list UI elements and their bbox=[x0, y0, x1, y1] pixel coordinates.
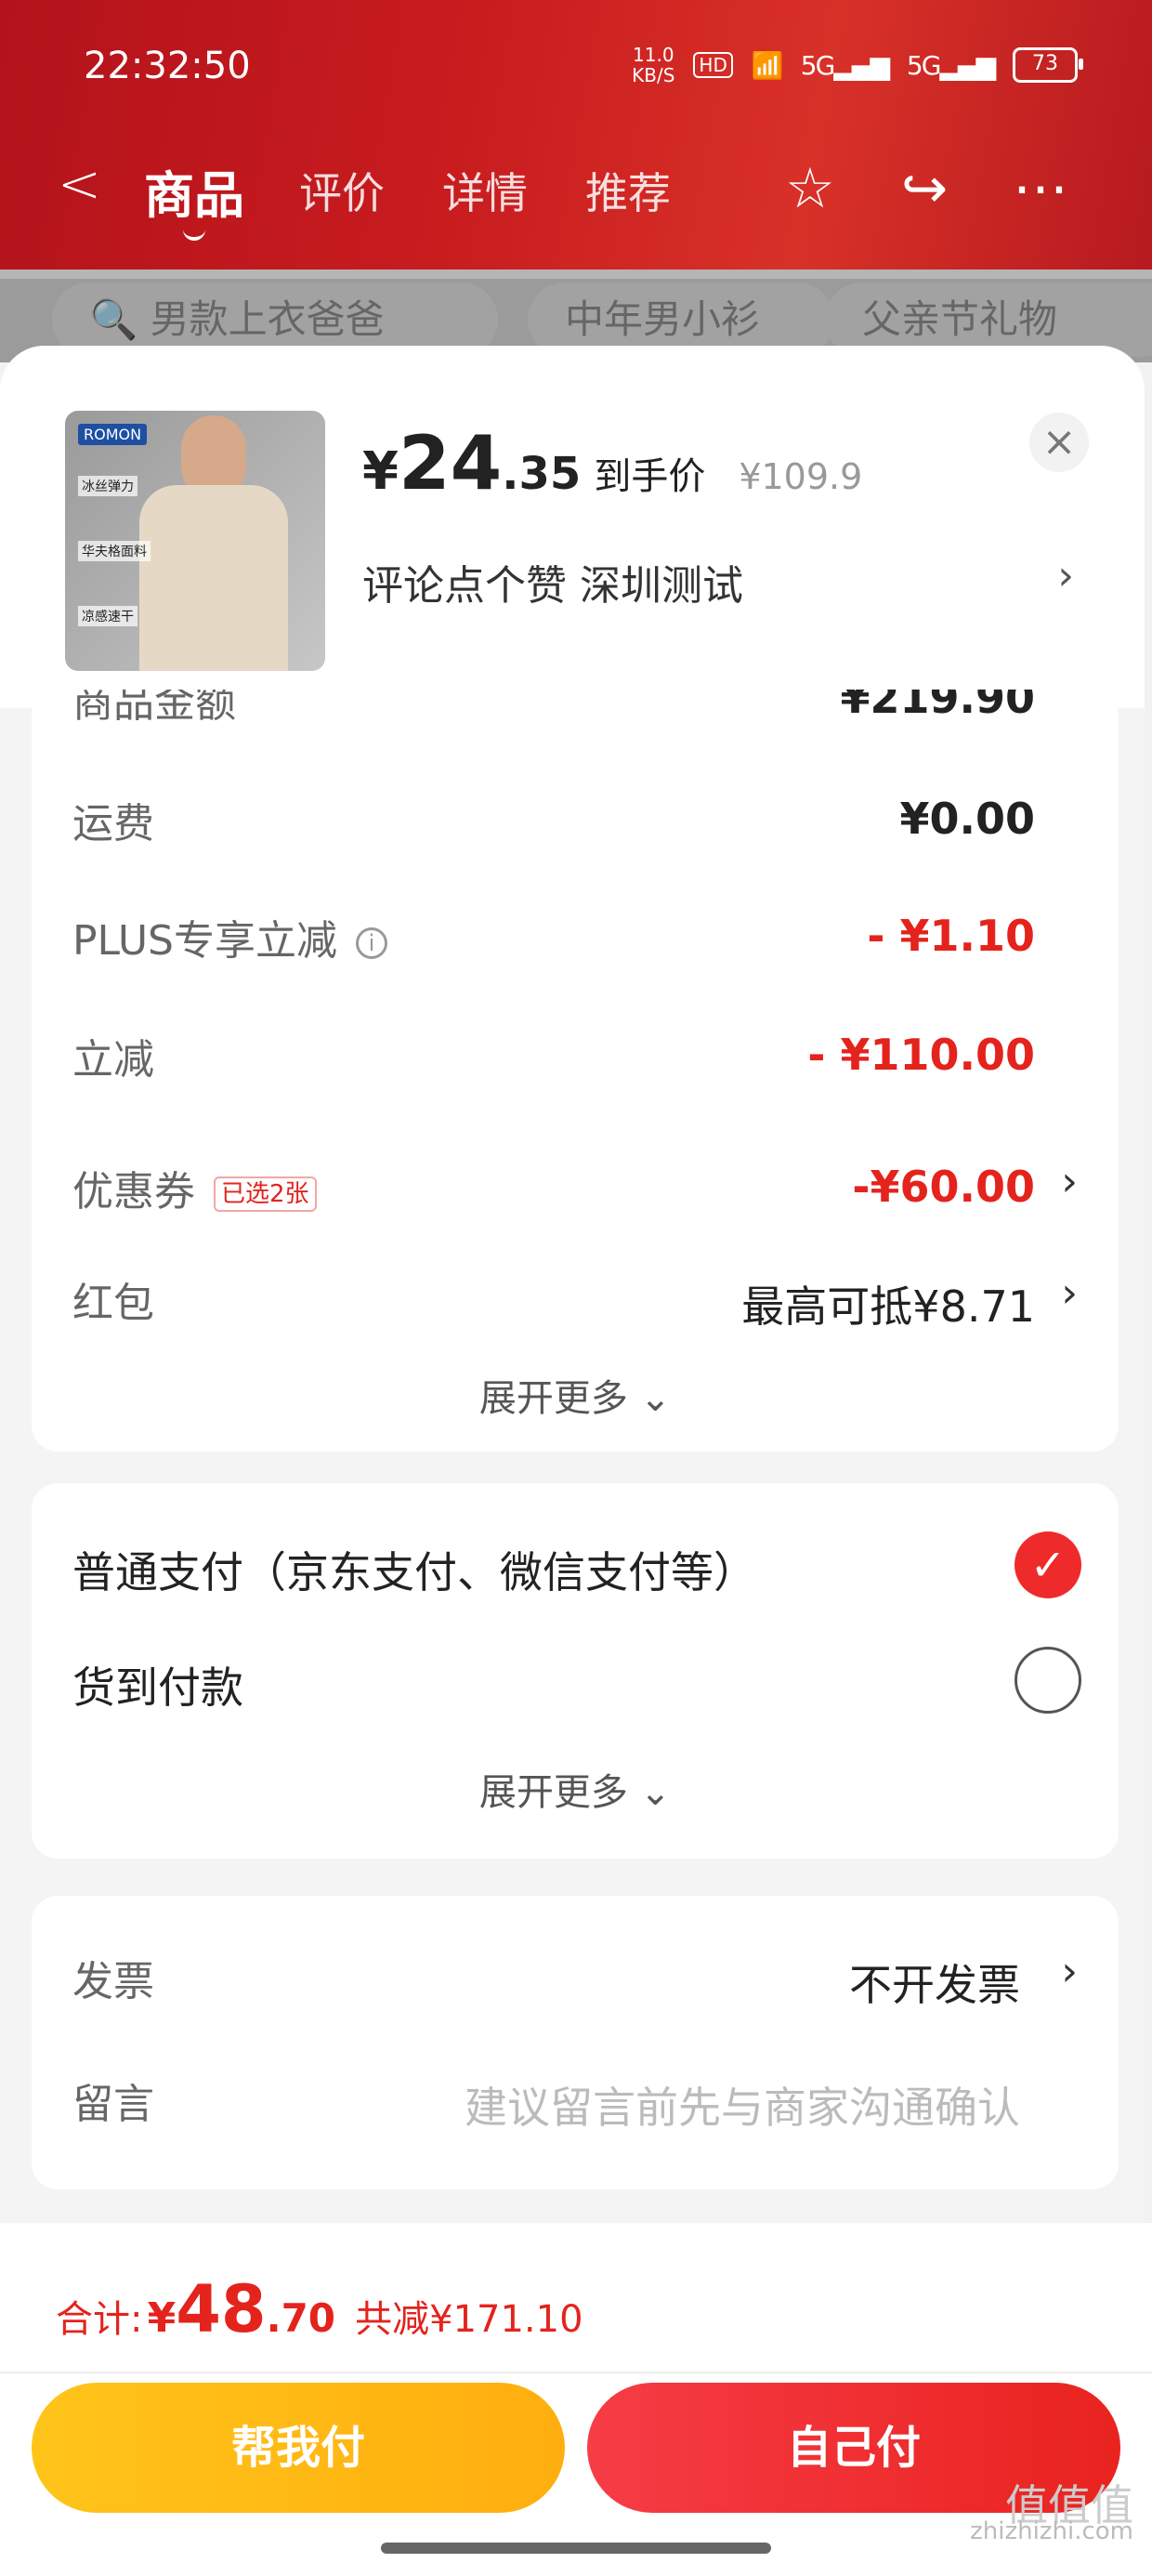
selected-spec[interactable]: 评论点个赞 深圳测试 bbox=[362, 552, 743, 611]
expand-more-payment[interactable]: 展开更多 ⌄ bbox=[32, 1762, 1119, 1816]
payment-card: 普通支付（京东支付、微信支付等） ✓ 货到付款 展开更多 ⌄ bbox=[32, 1483, 1119, 1859]
help-pay-button[interactable]: 帮我付 bbox=[32, 2383, 565, 2513]
cost-row-coupon[interactable]: 优惠券 已选2张 -¥60.00 › bbox=[72, 1158, 1078, 1223]
checkout-footer: 合计: ¥48.70 共减¥171.10 帮我付 自己付 值值值 zhizhiz… bbox=[0, 2223, 1152, 2576]
tab-product[interactable]: 商品 bbox=[144, 154, 244, 241]
hd-icon: HD bbox=[693, 52, 733, 78]
extra-card: 发票 不开发票 › 留言 建议留言前先与商家沟通确认 bbox=[32, 1896, 1119, 2189]
note-input[interactable]: 建议留言前先与商家沟通确认 bbox=[465, 2074, 1020, 2136]
net-speed: 11.0 KB/S bbox=[632, 44, 675, 86]
close-button[interactable]: × bbox=[1029, 413, 1089, 472]
watermark: 值值值 zhizhizhi.com bbox=[970, 2480, 1133, 2545]
status-icons: 11.0 KB/S HD 📶 5G▂▄▆ 5G▂▄▆ 73 bbox=[632, 44, 1083, 86]
product-nav: < 商品 评价 详情 推荐 ☆ ↪ ⋯ bbox=[0, 149, 1152, 241]
product-summary: ROMON 冰丝弹力 华夫格面料 凉感速干 ¥24.35 到手价 ¥109.9 × … bbox=[0, 346, 1145, 708]
chevron-right-icon[interactable]: › bbox=[1061, 1158, 1078, 1205]
info-icon[interactable]: i bbox=[356, 927, 387, 959]
product-image: ROMON 冰丝弹力 华夫格面料 凉感速干 bbox=[65, 411, 325, 671]
cost-row-shipping: 运费 ¥0.00 bbox=[72, 794, 1035, 848]
wifi-icon: 📶 bbox=[751, 49, 784, 81]
status-bar: 22:32:50 11.0 KB/S HD 📶 5G▂▄▆ 5G▂▄▆ 73 bbox=[0, 37, 1152, 102]
payment-option-online[interactable]: 普通支付（京东支付、微信支付等） ✓ bbox=[72, 1531, 1081, 1602]
chevron-right-icon[interactable]: › bbox=[1061, 1269, 1078, 1317]
check-icon[interactable]: ✓ bbox=[1015, 1531, 1081, 1598]
total-saved: 共减¥171.10 bbox=[355, 2298, 583, 2341]
cost-row-goods: 商品金额 ¥219.90 bbox=[72, 690, 1035, 727]
app-header: 22:32:50 11.0 KB/S HD 📶 5G▂▄▆ 5G▂▄▆ 73 <… bbox=[0, 0, 1152, 269]
brand-logo: ROMON bbox=[78, 424, 148, 445]
tab-details[interactable]: 详情 bbox=[442, 160, 528, 221]
battery-icon: 73 bbox=[1013, 47, 1083, 83]
cost-row-discount: 立减 - ¥110.00 bbox=[72, 1030, 1035, 1084]
chevron-right-icon[interactable]: › bbox=[1057, 552, 1074, 599]
coupon-badge: 已选2张 bbox=[214, 1176, 317, 1212]
tab-recommend[interactable]: 推荐 bbox=[585, 160, 671, 221]
cost-row-plus: PLUS专享立减 i - ¥1.10 bbox=[72, 911, 1035, 965]
signal-icon-2: 5G▂▄▆ bbox=[906, 49, 996, 81]
share-icon[interactable]: ↪ bbox=[901, 156, 948, 221]
payment-option-cod[interactable]: 货到付款 bbox=[72, 1647, 1081, 1717]
cost-row-redpack[interactable]: 红包 最高可抵¥8.71 › bbox=[72, 1269, 1078, 1334]
invoice-row[interactable]: 发票 不开发票 › bbox=[72, 1948, 1078, 2013]
signal-icon: 5G▂▄▆ bbox=[800, 49, 890, 81]
status-time: 22:32:50 bbox=[84, 45, 251, 87]
cost-card: 商品金额 ¥219.90 运费 ¥0.00 PLUS专享立减 i - ¥1.10 … bbox=[32, 690, 1119, 1171]
cost-card-lower: 优惠券 已选2张 -¥60.00 › 红包 最高可抵¥8.71 › 展开更多 ⌄ bbox=[32, 1145, 1119, 1452]
chevron-right-icon[interactable]: › bbox=[1061, 1948, 1078, 1995]
home-indicator[interactable] bbox=[381, 2543, 771, 2554]
tab-reviews[interactable]: 评价 bbox=[299, 160, 385, 221]
expand-more-costs[interactable]: 展开更多 ⌄ bbox=[32, 1368, 1119, 1422]
more-icon[interactable]: ⋯ bbox=[1013, 156, 1068, 221]
back-icon[interactable]: < bbox=[58, 154, 101, 215]
radio-icon[interactable] bbox=[1015, 1647, 1081, 1714]
original-price: ¥109.9 bbox=[739, 456, 863, 497]
final-price: ¥24.35 到手价 ¥109.9 bbox=[362, 420, 863, 506]
star-icon[interactable]: ☆ bbox=[785, 156, 835, 221]
total-price: 合计: ¥48.70 共减¥171.10 bbox=[56, 2271, 583, 2347]
note-row[interactable]: 留言 建议留言前先与商家沟通确认 bbox=[72, 2070, 1078, 2136]
